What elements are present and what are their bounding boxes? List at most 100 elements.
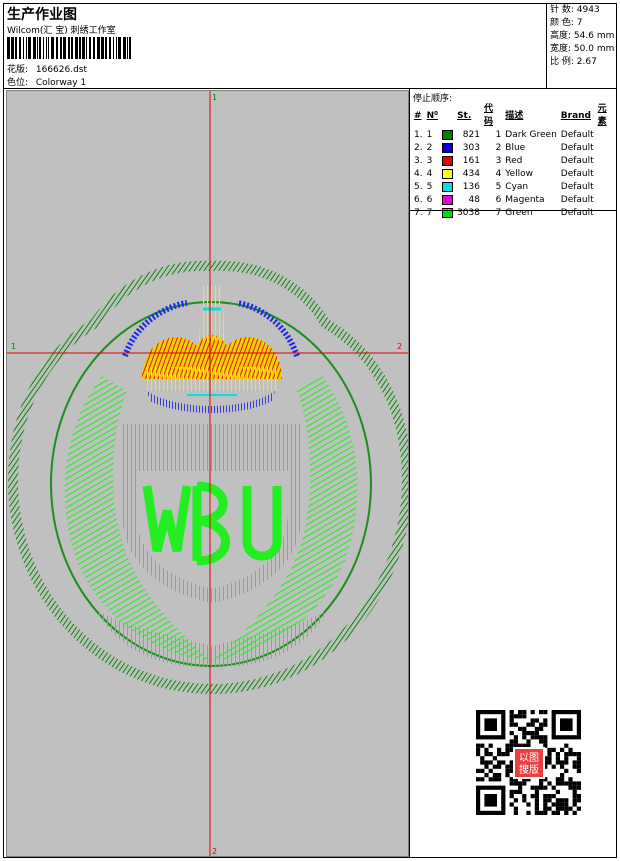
- cell-num: 5: [426, 182, 433, 192]
- cell-elem: [596, 142, 617, 155]
- cell-hash: 3.: [414, 156, 423, 166]
- cell-st: 136: [462, 182, 480, 192]
- cell-num: 3: [426, 156, 433, 166]
- table-row: 2. 2 303 2 Blue Default: [412, 142, 617, 155]
- shield-letter-3: [242, 486, 282, 561]
- cell-hash: 2.: [414, 143, 423, 153]
- axis-label-right: 2: [397, 342, 402, 351]
- cell-st: 821: [462, 130, 480, 140]
- cell-desc: Yellow: [505, 169, 534, 179]
- cell-st: 48: [468, 195, 480, 205]
- cell-code: 3: [495, 156, 502, 166]
- color-swatch: [442, 168, 454, 179]
- design-stats: 针 数: 4943 颜 色: 7 高度: 54.6 mm 宽度: 50.0 mm…: [546, 4, 617, 88]
- color-swatch: [442, 194, 454, 205]
- cell-hash: 6.: [414, 195, 423, 205]
- cell-hash: 5.: [414, 182, 423, 192]
- worksheet-header: 生产作业图 Wilcom(汇 宝) 刺绣工作室 花版: 166626.dst 色…: [4, 4, 616, 89]
- laurel-left: [64, 376, 212, 661]
- cell-brand: Default: [560, 182, 594, 192]
- cell-desc: Dark Green: [505, 130, 557, 140]
- worksheet-title: 生产作业图: [7, 7, 77, 23]
- table-row: 1. 1 821 1 Dark Green Default: [412, 129, 617, 142]
- crown-top: [199, 286, 225, 341]
- cell-swatch: [440, 155, 455, 168]
- design-label: 花版:: [7, 65, 29, 75]
- cell-elem: [596, 181, 617, 194]
- cell-code: 2: [495, 143, 502, 153]
- production-worksheet: 生产作业图 Wilcom(汇 宝) 刺绣工作室 花版: 166626.dst 色…: [3, 3, 617, 858]
- cell-elem: [596, 168, 617, 181]
- col-desc: 描述: [505, 110, 524, 121]
- axis-label-bottom: 2: [212, 847, 217, 856]
- col-st: St.: [457, 110, 472, 121]
- cell-code: 6: [495, 195, 502, 205]
- cell-elem: [596, 194, 617, 207]
- cell-st: 161: [462, 156, 480, 166]
- table-row: 4. 4 434 4 Yellow Default: [412, 168, 617, 181]
- cell-st: 434: [462, 169, 480, 179]
- cell-brand: Default: [560, 169, 594, 179]
- stop-sequence-panel: 停止顺序: # N⁰ St. 代码 描述 Brand 元素 1. 1 821 1 Dar…: [409, 88, 617, 857]
- cell-elem: [596, 129, 617, 142]
- cell-hash: 7.: [414, 208, 423, 218]
- cell-num: 4: [426, 169, 433, 179]
- color-swatch: [442, 129, 454, 140]
- design-file: 花版: 166626.dst: [7, 62, 87, 75]
- col-num: N⁰: [426, 110, 439, 121]
- table-row: 7. 7 3038 7 Green Default: [412, 207, 617, 220]
- cell-swatch: [440, 168, 455, 181]
- col-elem: 元素: [597, 104, 607, 127]
- color-swatch: [442, 155, 454, 166]
- stat-width: 宽度: 50.0 mm: [550, 44, 615, 54]
- col-code: 代码: [483, 104, 493, 127]
- cell-code: 1: [495, 130, 502, 140]
- stat-height: 高度: 54.6 mm: [550, 31, 615, 41]
- colorway-label: 色位:: [7, 78, 29, 88]
- shield-letter-1: [142, 485, 192, 553]
- colorway-value: Colorway 1: [35, 78, 87, 88]
- stat-scale: 比 例: 2.67: [550, 57, 597, 67]
- cell-swatch: [440, 129, 455, 142]
- table-row: 6. 6 48 6 Magenta Default: [412, 194, 617, 207]
- table-bottom-rule: [410, 210, 617, 211]
- cell-swatch: [440, 207, 455, 220]
- cell-brand: Default: [560, 143, 594, 153]
- cell-brand: Default: [560, 130, 594, 140]
- laurel-right: [212, 376, 358, 661]
- cell-hash: 1.: [414, 130, 423, 140]
- cell-num: 2: [426, 143, 433, 153]
- qr-code: 以图搜版: [476, 710, 581, 815]
- cell-code: 5: [495, 182, 502, 192]
- cell-elem: [596, 155, 617, 168]
- stop-sequence-table: # N⁰ St. 代码 描述 Brand 元素 1. 1 821 1 Dark Gree…: [412, 103, 617, 220]
- cell-st: 3038: [457, 208, 480, 218]
- color-swatch: [442, 142, 454, 153]
- col-hash: #: [414, 110, 422, 121]
- cell-swatch: [440, 142, 455, 155]
- axis-label-left: 1: [11, 342, 16, 351]
- table-row: 5. 5 136 5 Cyan Default: [412, 181, 617, 194]
- embroidery-design: 1 1 2 2: [7, 91, 413, 856]
- cell-num: 6: [426, 195, 433, 205]
- stat-colors: 颜 色: 7: [550, 18, 583, 28]
- table-row: 3. 3 161 3 Red Default: [412, 155, 617, 168]
- cell-desc: Green: [505, 208, 533, 218]
- colorway: 色位: Colorway 1: [7, 75, 86, 88]
- crown-band: [147, 367, 277, 391]
- shield-top-band: [132, 431, 292, 471]
- cell-desc: Cyan: [505, 182, 529, 192]
- stat-stitches: 针 数: 4943: [550, 5, 600, 15]
- cell-code: 4: [495, 169, 502, 179]
- barcode: [7, 37, 131, 59]
- embroidery-preview: 1 1 2 2: [6, 90, 413, 857]
- cell-code: 7: [495, 208, 502, 218]
- cell-swatch: [440, 181, 455, 194]
- color-swatch: [442, 207, 454, 218]
- cell-brand: Default: [560, 208, 594, 218]
- cell-desc: Red: [505, 156, 523, 166]
- cell-hash: 4.: [414, 169, 423, 179]
- svg-text:以图: 以图: [519, 752, 539, 764]
- company-name: Wilcom(汇 宝) 刺绣工作室: [7, 26, 116, 36]
- cell-st: 303: [462, 143, 480, 153]
